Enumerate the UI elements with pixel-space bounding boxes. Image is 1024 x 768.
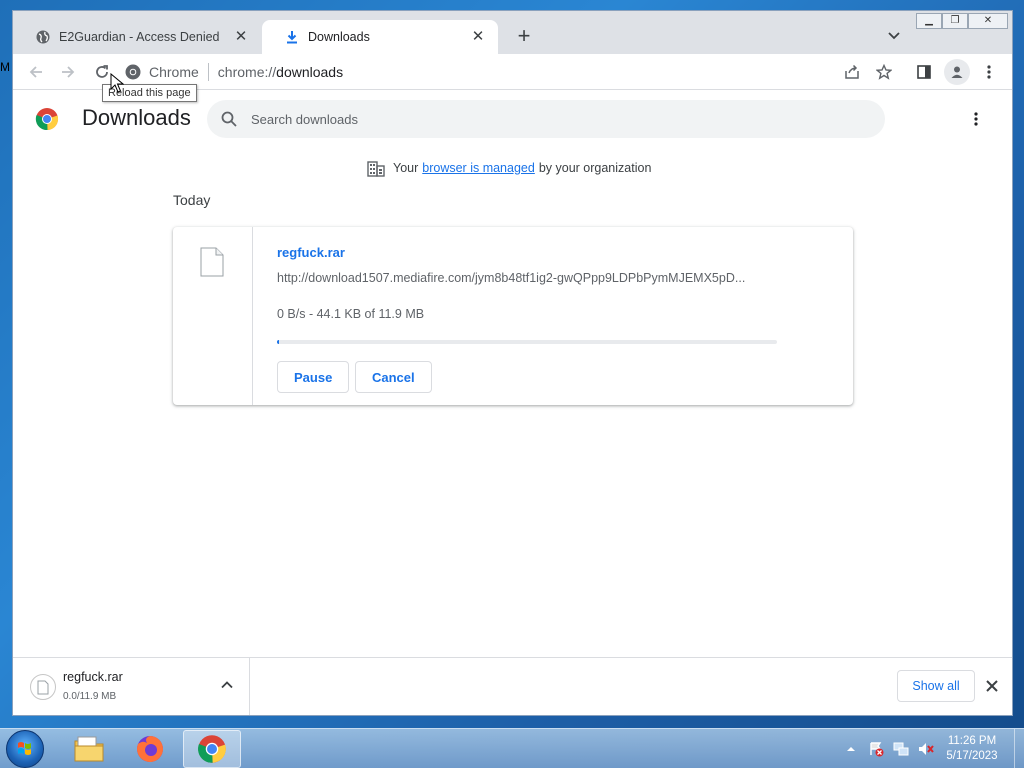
browser-menu-button[interactable] xyxy=(976,59,1002,85)
download-status: 0 B/s - 44.1 KB of 11.9 MB xyxy=(277,307,425,321)
back-button[interactable] xyxy=(23,59,49,85)
download-item-card: regfuck.rar http://download1507.mediafir… xyxy=(173,227,853,405)
address-bar[interactable]: Chrome chrome:// downloads xyxy=(125,58,835,86)
file-icon xyxy=(30,674,56,700)
cancel-button[interactable]: Cancel xyxy=(355,361,432,393)
taskbar-firefox[interactable] xyxy=(121,730,179,768)
share-icon xyxy=(845,64,859,79)
chrome-icon xyxy=(198,735,226,763)
clock-date: 5/17/2023 xyxy=(946,750,998,762)
search-input[interactable] xyxy=(251,111,851,127)
share-button[interactable] xyxy=(839,59,865,85)
tab-title: Downloads xyxy=(308,30,370,44)
file-icon-column xyxy=(173,227,253,405)
download-url[interactable]: http://download1507.mediafire.com/jym8b4… xyxy=(277,271,745,285)
tab-e2guardian[interactable]: E2Guardian - Access Denied ✕ xyxy=(13,20,261,54)
mouse-cursor-icon xyxy=(110,72,125,96)
show-desktop-button[interactable] xyxy=(1014,729,1024,768)
profile-button[interactable] xyxy=(944,59,970,85)
chrome-logo-icon xyxy=(35,107,59,131)
side-panel-button[interactable] xyxy=(911,59,937,85)
desktop-edge-text: M xyxy=(0,60,10,74)
chevron-up-icon[interactable] xyxy=(220,678,236,694)
downloads-menu-button[interactable] xyxy=(968,107,984,131)
chrome-logo-icon xyxy=(125,64,141,80)
forward-button[interactable] xyxy=(55,59,81,85)
url-host: downloads xyxy=(276,64,344,80)
person-icon xyxy=(951,66,963,78)
side-panel-icon xyxy=(917,65,931,79)
bookmark-button[interactable] xyxy=(871,59,897,85)
taskbar-chrome[interactable] xyxy=(183,730,241,768)
managed-notice: Your browser is managed by your organiza… xyxy=(367,159,651,177)
firefox-icon xyxy=(137,736,163,762)
network-icon[interactable] xyxy=(892,740,910,758)
windows-taskbar: 11:26 PM 5/17/2023 xyxy=(0,728,1024,768)
tab-title: E2Guardian - Access Denied xyxy=(59,30,220,44)
tab-close-icon[interactable]: ✕ xyxy=(233,29,249,45)
pause-button[interactable]: Pause xyxy=(277,361,350,393)
reload-icon xyxy=(96,65,108,78)
search-bar[interactable] xyxy=(207,100,885,138)
download-progress-bar xyxy=(277,340,777,344)
file-icon xyxy=(200,247,224,277)
restore-button[interactable]: ❐ xyxy=(942,13,968,29)
globe-icon xyxy=(35,29,51,45)
building-icon xyxy=(367,159,385,177)
show-all-button[interactable]: Show all xyxy=(897,670,975,702)
download-shelf: regfuck.rar 0.0/11.9 MB Show all xyxy=(13,657,1012,715)
close-shelf-icon[interactable] xyxy=(983,677,1001,695)
volume-muted-icon[interactable] xyxy=(917,740,935,758)
url-scheme: chrome:// xyxy=(217,64,277,80)
windows-logo-icon xyxy=(18,742,31,755)
more-vert-icon xyxy=(974,112,978,126)
page-title: Downloads xyxy=(82,105,191,130)
start-button[interactable] xyxy=(6,730,44,768)
managed-link[interactable]: browser is managed xyxy=(422,161,535,175)
chevron-up-icon[interactable] xyxy=(842,740,860,758)
clock-time: 11:26 PM xyxy=(947,735,997,747)
taskbar-clock[interactable]: 11:26 PM 5/17/2023 xyxy=(934,734,1010,764)
close-window-button[interactable]: ✕ xyxy=(968,13,1008,29)
action-center-icon[interactable] xyxy=(867,740,885,758)
date-group-label: Today xyxy=(173,192,211,208)
shelf-file-name: regfuck.rar xyxy=(63,670,123,684)
shelf-download-item[interactable]: regfuck.rar 0.0/11.9 MB xyxy=(13,658,250,715)
chevron-down-icon[interactable] xyxy=(887,28,903,44)
download-icon xyxy=(284,29,300,45)
managed-suffix: by your organization xyxy=(538,161,652,175)
tab-strip: E2Guardian - Access Denied ✕ Downloads ✕… xyxy=(13,11,1012,54)
search-icon xyxy=(221,111,237,127)
tab-downloads[interactable]: Downloads ✕ xyxy=(262,20,498,54)
tab-close-icon[interactable]: ✕ xyxy=(470,29,486,45)
new-tab-button[interactable]: + xyxy=(513,25,535,48)
explorer-icon xyxy=(74,736,104,762)
omnibox-separator xyxy=(207,63,209,81)
chrome-window: E2Guardian - Access Denied ✕ Downloads ✕… xyxy=(12,10,1013,716)
shelf-progress-text: 0.0/11.9 MB xyxy=(63,691,117,702)
arrow-left-icon xyxy=(29,66,42,78)
managed-prefix: Your xyxy=(393,161,419,175)
downloads-page: Downloads Your browser is managed by you… xyxy=(13,91,1012,657)
minimize-button[interactable]: ▁ xyxy=(916,13,942,29)
progress-fill xyxy=(277,340,279,344)
arrow-right-icon xyxy=(62,66,75,78)
system-tray xyxy=(842,729,942,768)
site-name: Chrome xyxy=(149,64,199,80)
download-file-name[interactable]: regfuck.rar xyxy=(277,245,345,260)
more-vert-icon xyxy=(987,65,991,79)
taskbar-explorer[interactable] xyxy=(60,730,118,768)
star-icon xyxy=(876,64,892,80)
